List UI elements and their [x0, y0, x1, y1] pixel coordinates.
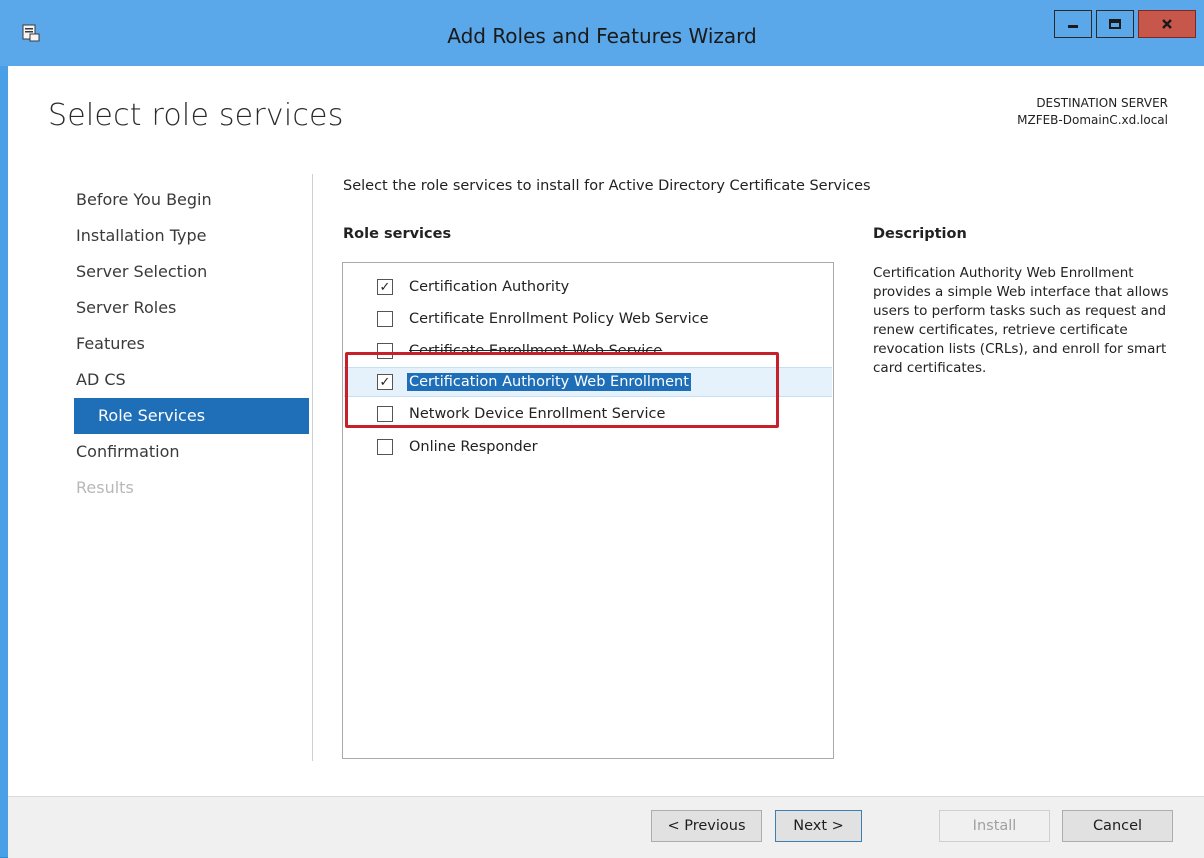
role-services-list[interactable]: ✓ Certification Authority Certificate En… — [342, 262, 834, 759]
maximize-button[interactable] — [1096, 10, 1134, 38]
wizard-content: Select role services DESTINATION SERVER … — [8, 66, 1204, 858]
nav-item-server-roles[interactable]: Server Roles — [66, 290, 309, 326]
checkbox[interactable] — [377, 439, 393, 455]
title-bar[interactable]: Add Roles and Features Wizard — [0, 0, 1204, 66]
nav-item-role-services[interactable]: Role Services — [74, 398, 309, 434]
check-icon: ✓ — [379, 279, 391, 295]
annotation-highlight-box — [345, 352, 779, 428]
minimize-icon — [1068, 25, 1078, 28]
nav-item-features[interactable]: Features — [66, 326, 309, 362]
wizard-footer: < Previous Next > Install Cancel — [8, 796, 1204, 858]
maximize-icon — [1109, 19, 1121, 29]
wizard-nav: Before You Begin Installation Type Serve… — [66, 182, 309, 506]
nav-item-confirmation[interactable]: Confirmation — [66, 434, 309, 470]
description-header: Description — [873, 226, 967, 242]
cancel-button[interactable]: Cancel — [1062, 810, 1173, 842]
nav-item-server-selection[interactable]: Server Selection — [66, 254, 309, 290]
role-service-row[interactable]: Certificate Enrollment Policy Web Servic… — [344, 304, 832, 334]
role-service-row[interactable]: ✓ Certification Authority — [344, 272, 832, 302]
description-text: Certification Authority Web Enrollment p… — [873, 265, 1169, 376]
destination-server-label: DESTINATION SERVER — [1036, 96, 1168, 110]
destination-server-info: DESTINATION SERVER MZFEB-DomainC.xd.loca… — [1017, 95, 1168, 129]
wizard-window: Add Roles and Features Wizard Select rol… — [0, 0, 1204, 858]
role-service-label: Certification Authority — [409, 279, 570, 295]
nav-item-ad-cs[interactable]: AD CS — [66, 362, 309, 398]
role-service-label: Online Responder — [409, 439, 538, 455]
role-service-row[interactable]: Online Responder — [344, 432, 832, 462]
minimize-button[interactable] — [1054, 10, 1092, 38]
checkbox[interactable]: ✓ — [377, 279, 393, 295]
install-button: Install — [939, 810, 1050, 842]
previous-button[interactable]: < Previous — [651, 810, 762, 842]
role-services-header: Role services — [343, 226, 452, 242]
nav-item-installation-type[interactable]: Installation Type — [66, 218, 309, 254]
nav-divider — [312, 174, 313, 761]
intro-text: Select the role services to install for … — [343, 178, 871, 194]
role-service-label: Certificate Enrollment Policy Web Servic… — [409, 311, 709, 327]
nav-item-before-you-begin[interactable]: Before You Begin — [66, 182, 309, 218]
close-button[interactable] — [1138, 10, 1196, 38]
close-icon — [1162, 19, 1172, 29]
window-title: Add Roles and Features Wizard — [447, 24, 757, 48]
destination-server-name: MZFEB-DomainC.xd.local — [1017, 113, 1168, 127]
window-controls — [1050, 10, 1196, 38]
checkbox[interactable] — [377, 311, 393, 327]
page-title: Select role services — [48, 98, 344, 133]
next-button[interactable]: Next > — [775, 810, 862, 842]
nav-item-results: Results — [76, 478, 134, 497]
